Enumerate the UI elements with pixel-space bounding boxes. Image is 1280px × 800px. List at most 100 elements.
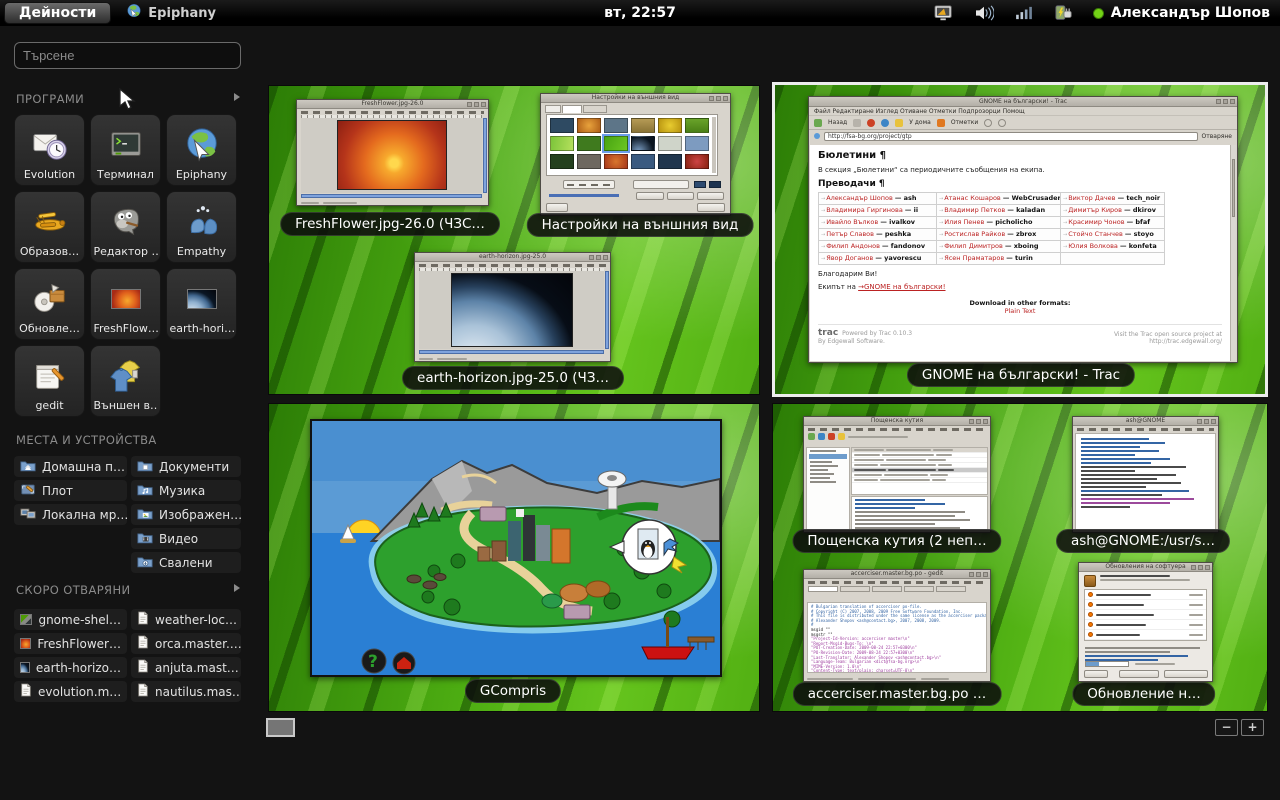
app-tile-empathy[interactable]: Empathy bbox=[166, 191, 237, 263]
place-pictures[interactable]: Изображен… bbox=[131, 504, 241, 525]
window-title-appearance: Настройки на външния вид bbox=[527, 213, 754, 237]
window-title-evolution: Пощенска кутия (2 неп… bbox=[792, 529, 1001, 553]
recent-item-gnome-shell[interactable]: gnome-shel… bbox=[14, 609, 127, 630]
app-menu[interactable]: Epiphany bbox=[125, 2, 216, 24]
gcompris-plane-icon bbox=[30, 200, 70, 244]
recent-label: anjuta.mast… bbox=[155, 661, 239, 675]
empathy-icon bbox=[183, 200, 221, 244]
stop-icon[interactable] bbox=[867, 119, 875, 127]
reload-icon[interactable] bbox=[881, 119, 889, 127]
freshflower-thumbnail-icon bbox=[111, 277, 141, 321]
app-tile-terminal[interactable]: Терминал bbox=[90, 114, 161, 186]
app-tile-gcompris[interactable]: Образов… bbox=[14, 191, 85, 263]
volume-icon[interactable] bbox=[973, 4, 995, 22]
music-folder-icon bbox=[137, 483, 153, 499]
image-thumbnail-icon bbox=[20, 662, 30, 673]
user-name: Александър Шопов bbox=[1111, 5, 1270, 21]
user-status-icon bbox=[1093, 8, 1104, 19]
window-title-gimp-freshflower: FreshFlower.jpg-26.0 (ЧЗС… bbox=[280, 212, 500, 236]
app-tile-epiphany[interactable]: Epiphany bbox=[166, 114, 237, 186]
app-tile-evolution[interactable]: Evolution bbox=[14, 114, 85, 186]
place-videos[interactable]: Видео bbox=[131, 528, 241, 549]
back-icon[interactable] bbox=[814, 119, 822, 127]
place-downloads[interactable]: Свалени bbox=[131, 552, 241, 573]
epiphany-menubar: Файл Редактиране Изглед Отиване Отметки … bbox=[809, 107, 1237, 115]
team-link[interactable]: →GNOME на български! bbox=[858, 283, 945, 291]
app-label: Образов… bbox=[20, 245, 79, 258]
go-button[interactable]: Отваряне bbox=[1202, 133, 1232, 140]
wallpaper-grid[interactable] bbox=[546, 114, 718, 176]
workspace-indicator[interactable] bbox=[266, 718, 295, 737]
forward-icon[interactable] bbox=[853, 119, 861, 127]
updates-window-thumbnail[interactable]: Обновления на софтуера bbox=[1078, 562, 1213, 682]
earth-horizon-thumbnail-icon bbox=[187, 277, 217, 321]
zoom-in-icon[interactable] bbox=[984, 119, 992, 127]
updates-list[interactable] bbox=[1084, 589, 1207, 641]
place-music[interactable]: Музика bbox=[131, 480, 241, 501]
app-tile-earth-horizon[interactable]: earth-hori… bbox=[166, 268, 237, 340]
appearance-theme-icon bbox=[107, 354, 145, 398]
recent-item-nautilus-po[interactable]: nautilus.mas… bbox=[131, 681, 241, 702]
recent-label: evolution.m… bbox=[38, 685, 121, 699]
app-tile-software-update[interactable]: Обновле… bbox=[14, 268, 85, 340]
app-tile-gimp[interactable]: Редактор … bbox=[90, 191, 161, 263]
remove-workspace-button[interactable]: − bbox=[1215, 719, 1238, 736]
window-title-updates: Обновление н… bbox=[1072, 682, 1215, 706]
gimp-freshflower-window-thumbnail[interactable]: FreshFlower.jpg-26.0 bbox=[296, 99, 489, 206]
programs-expand-icon[interactable] bbox=[234, 93, 240, 101]
gedit-window-thumbnail[interactable]: accerciser.master.bg.po - gedit # Bulgar… bbox=[803, 569, 991, 682]
app-tile-gedit[interactable]: gedit bbox=[14, 345, 85, 417]
text-document-icon bbox=[137, 611, 149, 628]
places-column-2: Документи Музика Изображен… Видео bbox=[131, 456, 241, 573]
text-document-icon bbox=[20, 683, 32, 700]
recent-item-weather-locations[interactable]: weather-loc… bbox=[131, 609, 241, 630]
activities-button[interactable]: Дейности bbox=[4, 2, 111, 24]
trac-intro: В секция „Бюлетини“ са периодичните съоб… bbox=[818, 166, 1222, 174]
gcompris-window-thumbnail[interactable]: ? bbox=[310, 419, 722, 677]
svg-text:?: ? bbox=[368, 652, 378, 672]
place-home[interactable]: Домашна п… bbox=[14, 456, 127, 477]
battery-icon[interactable] bbox=[1053, 4, 1075, 22]
recent-item-earth-horizon[interactable]: earth-horizo… bbox=[14, 657, 127, 678]
bookmarks-icon[interactable] bbox=[937, 119, 945, 127]
url-bar[interactable]: http://fsa-bg.org/project/gtp bbox=[824, 132, 1198, 141]
network-signal-icon[interactable] bbox=[1013, 4, 1035, 22]
app-tile-appearance[interactable]: Външен в… bbox=[90, 345, 161, 417]
window-title-gedit: accerciser.master.bg.po … bbox=[793, 682, 1002, 706]
place-documents[interactable]: Документи bbox=[131, 456, 241, 477]
place-label: Домашна п… bbox=[42, 460, 125, 474]
add-workspace-button[interactable]: + bbox=[1241, 719, 1264, 736]
home-icon[interactable] bbox=[895, 119, 903, 127]
terminal-content bbox=[1075, 433, 1216, 530]
gedit-icon bbox=[31, 354, 69, 398]
recent-item-freshflower[interactable]: FreshFlower… bbox=[14, 633, 127, 654]
place-desktop[interactable]: Плот bbox=[14, 480, 127, 501]
image-thumbnail-icon bbox=[20, 614, 32, 625]
appearance-window-thumbnail[interactable]: Настройки на външния вид bbox=[540, 93, 731, 216]
download-formats-label: Download in other formats: bbox=[818, 299, 1222, 307]
place-local-network[interactable]: Локална мр… bbox=[14, 504, 127, 525]
search-input[interactable] bbox=[14, 42, 241, 69]
page-scrollbar[interactable] bbox=[1230, 145, 1236, 361]
recent-item-orca-po[interactable]: orca.master.… bbox=[131, 633, 241, 654]
window-title-terminal: ash@GNOME:/usr/s… bbox=[1056, 529, 1230, 553]
plain-text-link[interactable]: Plain Text bbox=[818, 307, 1222, 315]
recent-expand-icon[interactable] bbox=[234, 584, 240, 592]
recent-item-anjuta-po[interactable]: anjuta.mast… bbox=[131, 657, 241, 678]
epiphany-icon bbox=[183, 123, 221, 167]
places-section-header: МЕСТА И УСТРОЙСТВА bbox=[16, 433, 157, 447]
recent-item-evolution-po[interactable]: evolution.m… bbox=[14, 681, 127, 702]
trac-heading-bulletins: Бюлетини ¶ bbox=[818, 150, 1222, 161]
display-icon[interactable] bbox=[933, 4, 955, 22]
app-label: Evolution bbox=[24, 168, 75, 181]
app-tile-freshflower[interactable]: FreshFlow… bbox=[90, 268, 161, 340]
place-label: Музика bbox=[159, 484, 205, 498]
terminal-window-thumbnail[interactable]: ash@GNOME bbox=[1072, 416, 1219, 533]
user-menu[interactable]: Александър Шопов bbox=[1093, 5, 1270, 21]
gimp-earth-window-thumbnail[interactable]: earth-horizon.jpg-25.0 bbox=[414, 252, 611, 362]
evolution-window-thumbnail[interactable]: Пощенска кутия bbox=[803, 416, 991, 533]
zoom-out-icon[interactable] bbox=[998, 119, 1006, 127]
epiphany-trac-window-thumbnail[interactable]: GNOME на български! - Trac Файл Редактир… bbox=[808, 96, 1238, 363]
window-title-trac: GNOME на български! - Trac bbox=[907, 363, 1135, 387]
back-label: Назад bbox=[828, 119, 847, 126]
